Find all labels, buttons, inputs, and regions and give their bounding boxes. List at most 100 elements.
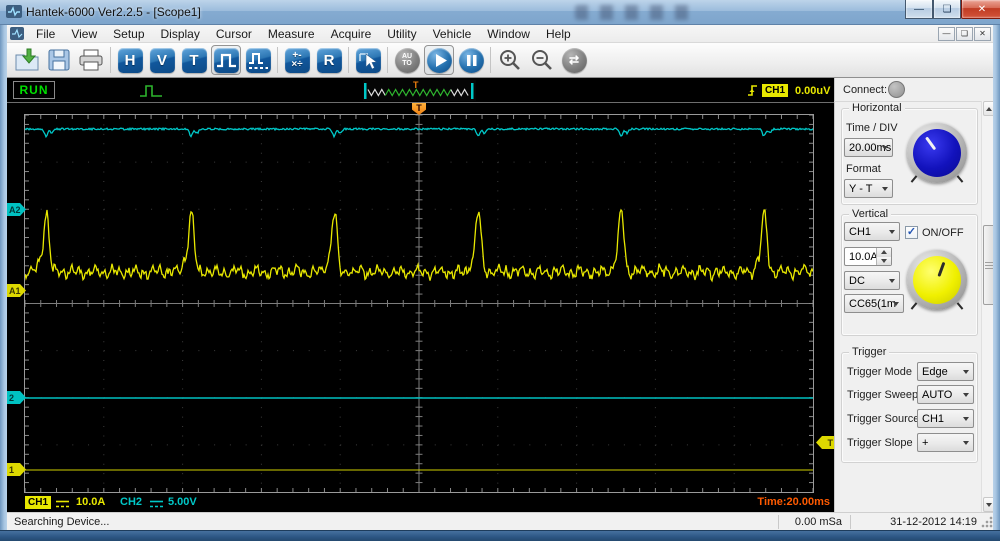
print-button[interactable] [76, 45, 106, 75]
self-calibration-button[interactable]: ⇄ [559, 45, 589, 75]
close-button[interactable]: ✕ [961, 0, 1000, 19]
stepper-up-button[interactable] [877, 248, 891, 257]
horizontal-panel-button[interactable]: H [115, 45, 145, 75]
menubar: File View Setup Display Cursor Measure A… [7, 25, 995, 43]
vertical-knob[interactable] [907, 250, 967, 310]
ch2-dc-coupling-icon [150, 500, 163, 508]
menu-item-display[interactable]: Display [153, 26, 208, 42]
dropdown-arrow-icon [963, 393, 969, 397]
probe-value: CC65(1m [849, 297, 897, 310]
connect-led-indicator [888, 81, 905, 98]
probe-select[interactable]: CC65(1m [844, 294, 904, 313]
menu-item-setup[interactable]: Setup [105, 26, 152, 42]
maximize-icon: ❏ [942, 3, 952, 15]
coupling-select[interactable]: DC [844, 271, 900, 290]
trigger-sweep-select[interactable]: AUTO [917, 385, 974, 404]
open-folder-icon [15, 48, 39, 71]
waveform-canvas [24, 114, 814, 492]
channel-onoff-checkbox[interactable]: ✓ [905, 226, 918, 239]
minimize-button[interactable]: — [905, 0, 933, 19]
trigger-panel-button[interactable]: T [179, 45, 209, 75]
titlebar: Hantek-6000 Ver2.2.5 - [Scope1] — ❏ ✕ [0, 0, 1000, 25]
volts-div-stepper[interactable]: 10.0A [844, 247, 892, 266]
app-icon [6, 5, 22, 18]
cursor-measure-button[interactable] [353, 45, 383, 75]
trigger-pulse-icon [140, 85, 162, 97]
menu-item-cursor[interactable]: Cursor [208, 26, 260, 42]
single-pulse-button[interactable] [211, 45, 241, 75]
mdi-restore-button[interactable]: ❏ [956, 26, 973, 41]
trigger-slope-select[interactable]: + [917, 433, 974, 452]
stepper-down-button[interactable] [877, 256, 891, 265]
zoom-in-icon [499, 49, 520, 70]
printer-icon [79, 49, 103, 71]
save-button[interactable] [44, 45, 74, 75]
auto-set-icon: AU TO [394, 47, 420, 73]
minimize-icon: — [914, 3, 924, 15]
resize-grip[interactable] [981, 516, 993, 528]
vertical-panel-button[interactable]: V [147, 45, 177, 75]
menu-item-utility[interactable]: Utility [379, 26, 424, 42]
time-div-select[interactable]: 20.00ms [844, 138, 893, 157]
menu-item-acquire[interactable]: Acquire [323, 26, 380, 42]
pulse-train-button[interactable] [243, 45, 273, 75]
auto-set-button[interactable]: AU TO [392, 45, 422, 75]
mdi-close-button[interactable]: ✕ [974, 26, 991, 41]
waveform-plot [24, 114, 814, 493]
horizontal-knob[interactable] [907, 123, 967, 183]
record-preview-strip[interactable]: T [363, 80, 476, 101]
dropdown-arrow-icon [963, 370, 969, 374]
run-status-indicator: RUN [13, 81, 55, 99]
statusbar: Searching Device... 0.00 mSa 31-12-2012 … [7, 512, 995, 530]
ch1-scale-readout: 10.0A [76, 496, 106, 508]
status-separator [778, 515, 779, 529]
trigger-mode-select[interactable]: Edge [917, 362, 974, 381]
maximize-button[interactable]: ❏ [933, 0, 961, 19]
trigger-slope-value: + [922, 436, 929, 449]
menu-item-help[interactable]: Help [538, 26, 579, 42]
time-div-label: Time / DIV [846, 122, 898, 134]
dropdown-arrow-icon [893, 302, 899, 306]
trigger-group-title: Trigger [849, 346, 890, 358]
h-letter-icon: H [117, 47, 143, 73]
trigger-sweep-value: AUTO [922, 388, 953, 401]
menu-item-file[interactable]: File [28, 26, 63, 42]
trigger-level-readout: 0.00uV [795, 85, 831, 97]
math-button[interactable]: +- ×÷ [282, 45, 312, 75]
zoom-in-button[interactable] [495, 45, 525, 75]
mdi-restore-icon: ❏ [960, 29, 969, 38]
toolbar-separator [110, 47, 111, 73]
ch1-badge: CH1 [25, 496, 52, 509]
dropdown-arrow-icon [963, 441, 969, 445]
dropdown-arrow-icon [882, 146, 888, 150]
pause-button[interactable] [456, 45, 486, 75]
vertical-group-title: Vertical [849, 208, 892, 220]
start-button[interactable] [424, 45, 454, 75]
menu-item-measure[interactable]: Measure [260, 26, 323, 42]
mdi-window-controls: — ❏ ✕ [937, 26, 991, 41]
format-label: Format [846, 163, 881, 175]
play-icon [426, 47, 452, 73]
trigger-source-select[interactable]: CH1 [917, 409, 974, 428]
mdi-minimize-button[interactable]: — [938, 26, 955, 41]
mdi-close-icon: ✕ [979, 29, 986, 38]
volts-div-value: 10.0A [849, 250, 878, 263]
zoom-out-button[interactable] [527, 45, 557, 75]
open-button[interactable] [12, 45, 42, 75]
toolbar-separator [490, 47, 491, 73]
save-floppy-icon [48, 49, 70, 71]
close-icon: ✕ [977, 3, 987, 15]
dropdown-arrow-icon [889, 279, 895, 283]
menu-item-view[interactable]: View [63, 26, 105, 42]
status-message: Searching Device... [14, 516, 110, 528]
dropdown-arrow-icon [889, 230, 895, 234]
channel-value: CH1 [849, 225, 872, 238]
menu-item-vehicle[interactable]: Vehicle [425, 26, 480, 42]
reference-button[interactable]: R [314, 45, 344, 75]
menu-item-window[interactable]: Window [479, 26, 538, 42]
coupling-value: DC [849, 274, 865, 287]
channel-select[interactable]: CH1 [844, 222, 900, 241]
scope-topbar-divider [7, 102, 834, 103]
format-select[interactable]: Y - T [844, 179, 893, 198]
dropdown-arrow-icon [963, 417, 969, 421]
